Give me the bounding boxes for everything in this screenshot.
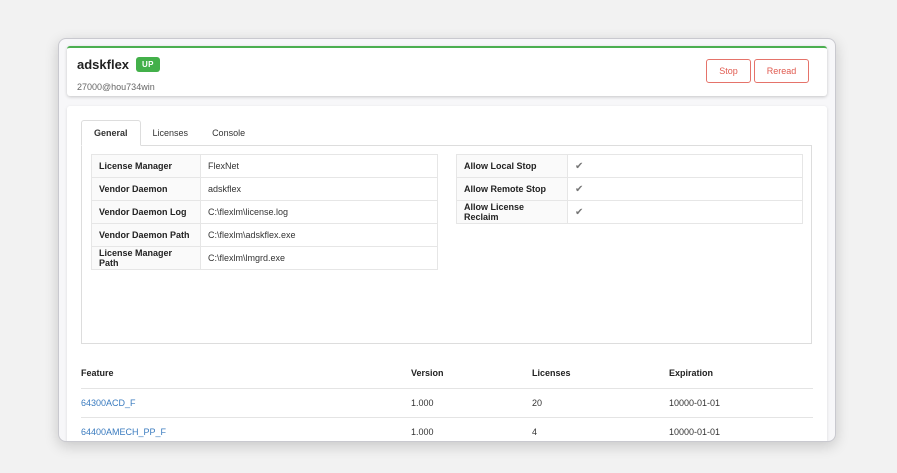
server-header: adskflex UP 27000@hou734win Stop Reread [67,46,827,96]
info-key: Vendor Daemon Path [91,223,201,247]
feature-link[interactable]: 64400AMECH_PP_F [81,427,166,437]
general-tab-content: License Manager FlexNet Vendor Daemon ad… [81,145,812,344]
table-row: License Manager FlexNet [91,154,438,178]
status-badge: UP [136,57,160,72]
info-key: License Manager Path [91,246,201,270]
tab-console[interactable]: Console [200,120,257,146]
feature-expiration: 10000-01-01 [669,427,721,437]
table-row: Allow Remote Stop ✔ [456,177,803,201]
tab-licenses[interactable]: Licenses [141,120,201,146]
stop-button[interactable]: Stop [706,59,751,83]
permission-key: Allow License Reclaim [456,200,568,224]
server-host: 27000@hou734win [77,82,155,92]
permission-key: Allow Local Stop [456,154,568,178]
info-value: C:\flexlm\adskflex.exe [200,223,438,247]
feature-expiration: 10000-01-01 [669,398,721,408]
check-icon: ✔ [575,183,584,195]
server-info-table: License Manager FlexNet Vendor Daemon ad… [91,154,438,270]
details-panel: General Licenses Console License Manager… [67,106,827,441]
table-row: Allow Local Stop ✔ [456,154,803,178]
table-row: 64300ACD_F 1.000 20 10000-01-01 [81,389,813,418]
column-header-feature[interactable]: Feature [81,368,411,378]
info-value: adskflex [200,177,438,201]
table-row: Vendor Daemon adskflex [91,177,438,201]
permission-key: Allow Remote Stop [456,177,568,201]
table-row: Vendor Daemon Path C:\flexlm\adskflex.ex… [91,223,438,247]
info-key: License Manager [91,154,201,178]
feature-version: 1.000 [411,427,434,437]
info-value: FlexNet [200,154,438,178]
table-row: License Manager Path C:\flexlm\lmgrd.exe [91,246,438,270]
feature-version: 1.000 [411,398,434,408]
license-server-card: adskflex UP 27000@hou734win Stop Reread … [58,38,836,442]
tab-general[interactable]: General [81,120,141,146]
tab-bar: General Licenses Console [81,120,257,146]
info-value: C:\flexlm\license.log [200,200,438,224]
info-key: Vendor Daemon Log [91,200,201,224]
table-row: Vendor Daemon Log C:\flexlm\license.log [91,200,438,224]
column-header-expiration[interactable]: Expiration [669,368,813,378]
check-icon: ✔ [575,160,584,172]
features-table: Feature Version Licenses Expiration 6430… [81,358,813,441]
reread-button[interactable]: Reread [754,59,809,83]
info-value: C:\flexlm\lmgrd.exe [200,246,438,270]
info-key: Vendor Daemon [91,177,201,201]
permissions-table: Allow Local Stop ✔ Allow Remote Stop ✔ A… [456,154,803,224]
table-row: Allow License Reclaim ✔ [456,200,803,224]
column-header-licenses[interactable]: Licenses [532,368,669,378]
table-header: Feature Version Licenses Expiration [81,358,813,389]
feature-licenses: 20 [532,398,543,408]
title-row: adskflex UP [77,57,160,72]
feature-link[interactable]: 64300ACD_F [81,398,136,408]
check-icon: ✔ [575,206,584,218]
table-row: 64400AMECH_PP_F 1.000 4 10000-01-01 [81,418,813,441]
server-name: adskflex [77,57,130,72]
column-header-version[interactable]: Version [411,368,532,378]
feature-licenses: 4 [532,427,538,437]
